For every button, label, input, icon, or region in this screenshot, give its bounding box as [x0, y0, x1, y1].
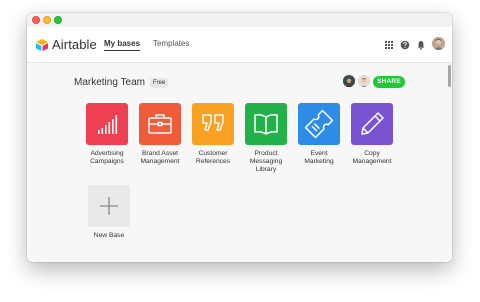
tab-templates[interactable]: Templates — [153, 39, 189, 48]
workspace-name[interactable]: Marketing Team — [74, 77, 145, 88]
collaborator-avatar[interactable] — [358, 75, 370, 87]
base-name: Product Messaging Library — [249, 150, 283, 173]
close-window-button[interactable] — [32, 16, 40, 24]
ticket-icon — [304, 109, 334, 139]
briefcase-icon — [148, 114, 172, 134]
book-icon — [254, 114, 278, 135]
base-advertising-campaigns[interactable]: Advertising Campaigns — [84, 103, 130, 166]
base-tile[interactable] — [245, 103, 287, 145]
base-name: Brand Asset Management — [140, 150, 180, 165]
base-tile[interactable] — [298, 103, 340, 145]
user-avatar[interactable] — [432, 37, 445, 50]
zoom-window-button[interactable] — [54, 16, 62, 24]
scrollbar-thumb[interactable] — [448, 65, 451, 87]
base-brand-asset-management[interactable]: Brand Asset Management — [137, 103, 183, 166]
base-tile[interactable] — [351, 103, 393, 145]
base-name: Copy Management — [352, 150, 392, 165]
new-base[interactable]: New Base — [86, 185, 132, 240]
title-bar — [27, 13, 452, 27]
plus-icon — [100, 197, 118, 215]
help-icon[interactable] — [400, 40, 410, 50]
base-name: Customer References — [195, 150, 231, 165]
base-customer-references[interactable]: Customer References — [190, 103, 236, 166]
new-base-label: New Base — [93, 232, 125, 239]
new-base-tile[interactable] — [88, 185, 130, 227]
plan-badge: Free — [150, 78, 169, 88]
base-copy-management[interactable]: Copy Management — [349, 103, 395, 166]
base-event-marketing[interactable]: Event Marketing — [296, 103, 342, 166]
pencil-icon — [361, 112, 384, 135]
base-product-messaging-library[interactable]: Product Messaging Library — [243, 103, 289, 174]
base-name: Advertising Campaigns — [90, 150, 124, 165]
base-tile[interactable] — [192, 103, 234, 145]
base-tile[interactable] — [86, 103, 128, 145]
apps-grid-icon[interactable] — [384, 40, 394, 50]
tab-my-bases[interactable]: My bases — [104, 39, 141, 51]
share-button[interactable]: SHARE — [373, 76, 405, 88]
app-window: Airtable My bases Templates Marketing Te… — [27, 13, 452, 262]
minimize-window-button[interactable] — [43, 16, 51, 24]
base-tile[interactable] — [139, 103, 181, 145]
base-name: Event Marketing — [304, 150, 334, 165]
airtable-logo-icon[interactable] — [35, 38, 49, 52]
top-navigation-bar: Airtable My bases Templates — [27, 27, 452, 63]
brand-name[interactable]: Airtable — [52, 37, 97, 52]
collaborator-avatar[interactable] — [343, 75, 355, 87]
quote-icon — [202, 114, 224, 131]
bell-icon[interactable] — [416, 40, 426, 50]
bar-chart-icon — [98, 115, 118, 134]
